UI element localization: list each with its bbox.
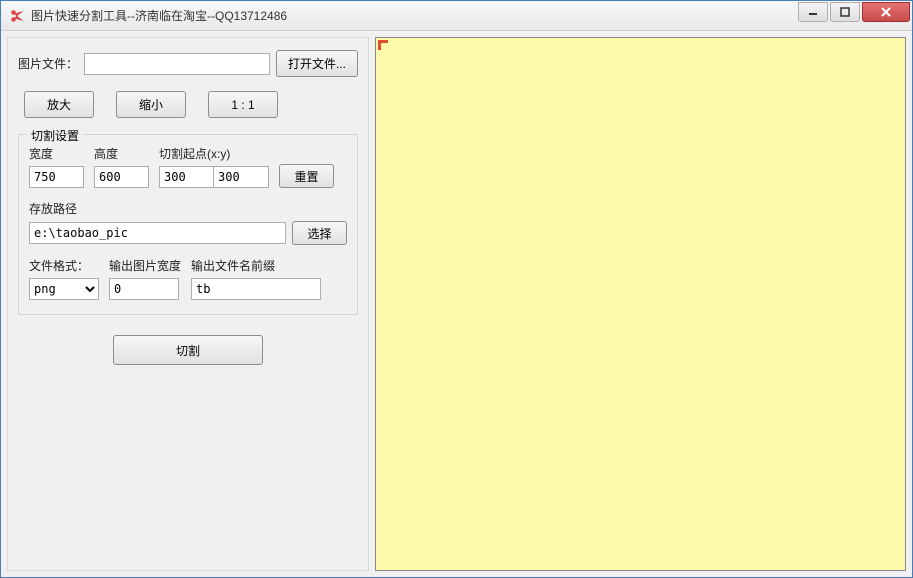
preview-canvas[interactable] [375, 37, 906, 571]
maximize-button[interactable] [830, 2, 860, 22]
titlebar: 图片快速分割工具--济南临在淘宝--QQ13712486 [1, 1, 912, 31]
file-format-label: 文件格式： [29, 257, 99, 274]
width-input[interactable] [29, 166, 84, 188]
prefix-input[interactable] [191, 278, 321, 300]
zoom-one-button[interactable]: 1 : 1 [208, 91, 278, 118]
file-format-select[interactable]: png [29, 278, 99, 300]
save-path-input[interactable] [29, 222, 286, 244]
left-panel: 图片文件： 打开文件... 放大 缩小 1 : 1 切割设置 宽度 高度 [7, 37, 369, 571]
height-label: 高度 [94, 145, 149, 162]
cut-settings-legend: 切割设置 [27, 127, 83, 144]
zoom-row: 放大 缩小 1 : 1 [18, 91, 358, 118]
prefix-label: 输出文件名前缀 [191, 257, 321, 274]
scissors-icon [9, 8, 25, 24]
zoom-in-button[interactable]: 放大 [24, 91, 94, 118]
close-button[interactable] [862, 2, 910, 22]
file-row: 图片文件： 打开文件... [18, 50, 358, 77]
cut-settings-group: 切割设置 宽度 高度 切割起点(x:y) [18, 134, 358, 315]
origin-marker-icon [378, 40, 388, 50]
file-path-input[interactable] [84, 53, 270, 75]
height-input[interactable] [94, 166, 149, 188]
width-label: 宽度 [29, 145, 84, 162]
start-label: 切割起点(x:y) [159, 145, 269, 162]
start-y-input[interactable] [214, 166, 269, 188]
out-width-input[interactable] [109, 278, 179, 300]
out-width-label: 输出图片宽度 [109, 257, 181, 274]
open-file-button[interactable]: 打开文件... [276, 50, 358, 77]
reset-button[interactable]: 重置 [279, 164, 334, 188]
window-controls [796, 2, 910, 24]
cut-button[interactable]: 切割 [113, 335, 263, 365]
start-x-input[interactable] [159, 166, 214, 188]
zoom-out-button[interactable]: 缩小 [116, 91, 186, 118]
file-label: 图片文件： [18, 55, 78, 72]
select-path-button[interactable]: 选择 [292, 221, 347, 245]
save-path-label: 存放路径 [29, 200, 347, 217]
minimize-button[interactable] [798, 2, 828, 22]
window-title: 图片快速分割工具--济南临在淘宝--QQ13712486 [31, 7, 796, 24]
